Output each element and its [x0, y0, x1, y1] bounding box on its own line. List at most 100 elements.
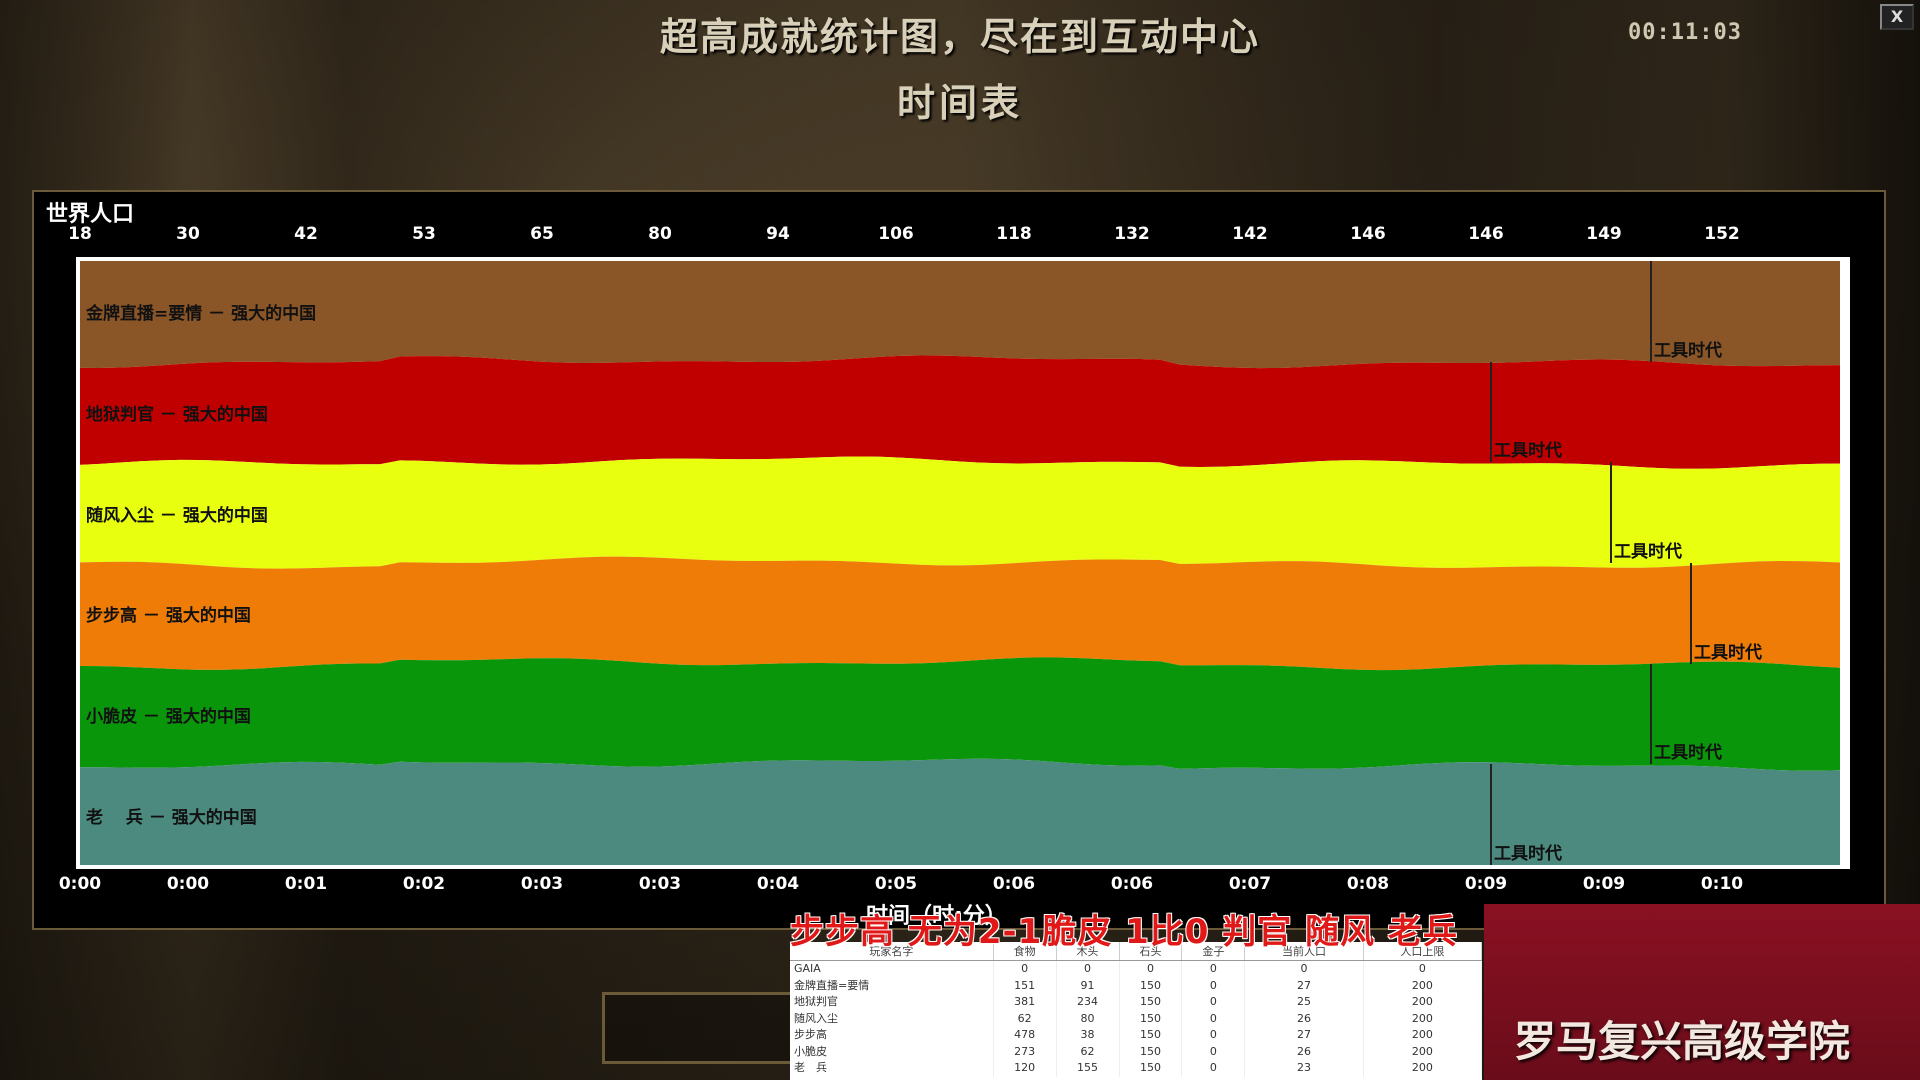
player-label: 金牌直播=要情 － 强大的中国 [86, 304, 317, 325]
page-subtitle: 时间表 [896, 80, 1023, 125]
player-label: 步步高 － 强大的中国 [86, 606, 251, 627]
age-up-marker [1490, 764, 1492, 865]
value-cell: 0 [1119, 960, 1183, 978]
band-3 [80, 456, 1840, 569]
table-row: 步步高 478 38 150 0 27 200 [790, 1027, 1483, 1044]
value-cell: 150 [1119, 1027, 1183, 1044]
overlay-caption: 步步高 无为2-1脆皮 1比0 判官 随风 老兵 [790, 912, 1458, 952]
time-tick: 0:01 [284, 874, 328, 894]
value-cell: 150 [1119, 994, 1183, 1011]
value-cell: 0 [1056, 960, 1120, 978]
population-tick: 149 [1586, 224, 1622, 244]
value-cell: 0 [1181, 960, 1246, 978]
time-tick: 0:09 [1582, 874, 1626, 894]
band-2 [80, 355, 1840, 469]
time-tick: 0:06 [992, 874, 1036, 894]
player-name-cell: 老 兵 [790, 1060, 994, 1077]
age-up-label: 工具时代 [1614, 542, 1682, 562]
population-tick: 42 [294, 224, 318, 244]
value-cell: 0 [1181, 1010, 1246, 1027]
close-button[interactable]: X [1880, 4, 1914, 30]
player-name-cell: 步步高 [790, 1027, 994, 1044]
time-tick: 0:00 [58, 874, 102, 894]
age-up-label: 工具时代 [1654, 743, 1722, 764]
age-up-marker [1490, 361, 1492, 463]
player-label: 小脆皮 － 强大的中国 [86, 707, 251, 727]
time-tick: 0:08 [1346, 874, 1390, 894]
value-cell: 0 [993, 960, 1057, 978]
population-tick: 142 [1232, 224, 1268, 244]
age-up-marker [1650, 261, 1652, 362]
value-cell: 381 [993, 994, 1057, 1011]
value-cell: 200 [1363, 1060, 1483, 1077]
band-5 [80, 657, 1840, 771]
value-cell: 0 [1181, 1043, 1246, 1060]
age-up-marker [1690, 563, 1692, 664]
band-4 [80, 556, 1840, 671]
age-up-label: 工具时代 [1494, 844, 1562, 864]
value-cell: 62 [993, 1010, 1057, 1027]
value-cell: 0 [1244, 960, 1364, 978]
value-cell: 150 [1119, 1060, 1183, 1077]
continue-button-slot[interactable] [602, 992, 796, 1064]
channel-logo-text: 罗马复兴高级学院 [1514, 1017, 1851, 1066]
value-cell: 26 [1244, 1043, 1364, 1060]
player-name-cell: GAIA [790, 960, 994, 978]
value-cell: 155 [1056, 1060, 1120, 1077]
value-cell: 200 [1363, 977, 1483, 994]
time-tick: 0:10 [1700, 874, 1744, 894]
player-name-cell: 随风入尘 [790, 1010, 994, 1027]
value-cell: 27 [1244, 1027, 1364, 1044]
player-label: 老 兵 － 强大的中国 [86, 807, 257, 828]
table-row: 地狱判官 381 234 150 0 25 200 [790, 994, 1483, 1011]
table-row: 随风入尘 62 80 150 0 26 200 [790, 1010, 1483, 1027]
time-tick: 0:05 [874, 874, 918, 894]
value-cell: 0 [1363, 960, 1483, 978]
population-tick: 65 [530, 224, 554, 244]
player-label: 地狱判官 － 强大的中国 [86, 405, 268, 425]
resource-table: 玩家名字 食物 木头 石头 金子 当前人口 人口上限 GAIA 0 0 0 0 0 0 金牌直播=要情 15… [790, 942, 1483, 1077]
value-cell: 25 [1244, 994, 1364, 1011]
population-tick: 80 [648, 224, 672, 244]
time-tick: 0:03 [520, 874, 564, 894]
game-clock: 00:11:03 [1628, 20, 1742, 45]
time-tick: 0:03 [638, 874, 682, 894]
player-label: 随风入尘 － 强大的中国 [86, 505, 268, 526]
value-cell: 150 [1119, 977, 1183, 994]
population-tick: 53 [412, 224, 436, 244]
stats-table-panel: 玩家名字 食物 木头 石头 金子 当前人口 人口上限 GAIA 0 0 0 0 0 0 金牌直播=要情 15… [790, 942, 1483, 1080]
player-name-cell: 地狱判官 [790, 994, 994, 1011]
population-tick: 132 [1114, 224, 1150, 244]
value-cell: 0 [1181, 977, 1246, 994]
value-cell: 0 [1181, 1027, 1246, 1044]
population-tick: 94 [766, 224, 790, 244]
age-up-label: 工具时代 [1694, 642, 1762, 663]
table-row: GAIA 0 0 0 0 0 0 [790, 960, 1483, 978]
value-cell: 200 [1363, 1010, 1483, 1027]
value-cell: 27 [1244, 977, 1364, 994]
band-1 [80, 261, 1840, 369]
age-up-label: 工具时代 [1494, 441, 1562, 462]
value-cell: 150 [1119, 1043, 1183, 1060]
value-cell: 478 [993, 1027, 1057, 1044]
value-cell: 200 [1363, 994, 1483, 1011]
value-cell: 234 [1056, 994, 1120, 1011]
table-row: 金牌直播=要情 151 91 150 0 27 200 [790, 977, 1483, 994]
value-cell: 26 [1244, 1010, 1364, 1027]
value-cell: 23 [1244, 1060, 1364, 1077]
population-tick: 152 [1704, 224, 1740, 244]
age-up-label: 工具时代 [1654, 340, 1722, 361]
value-cell: 62 [1056, 1043, 1120, 1060]
age-up-marker [1650, 663, 1652, 765]
population-tick: 106 [878, 224, 914, 244]
timeline-chart [80, 261, 1840, 865]
value-cell: 80 [1056, 1010, 1120, 1027]
population-tick: 146 [1350, 224, 1386, 244]
population-tick: 146 [1468, 224, 1504, 244]
value-cell: 38 [1056, 1027, 1120, 1044]
population-tick: 118 [996, 224, 1032, 244]
table-body: GAIA 0 0 0 0 0 0 金牌直播=要情 151 91 150 0 27 200 地狱判官 381 23… [790, 960, 1483, 1077]
time-tick: 0:07 [1228, 874, 1272, 894]
value-cell: 120 [993, 1060, 1057, 1077]
value-cell: 0 [1181, 1060, 1246, 1077]
